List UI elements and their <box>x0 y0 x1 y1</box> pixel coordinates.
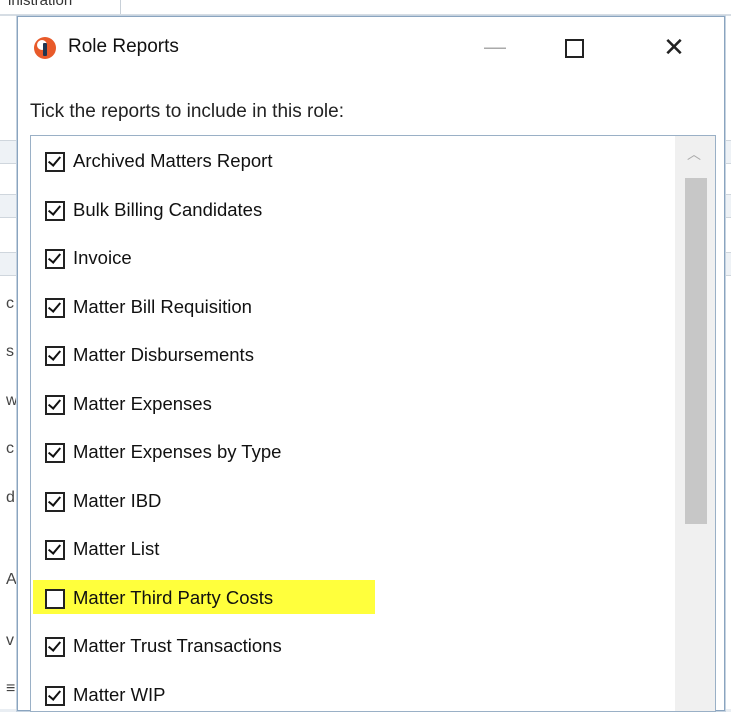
role-reports-dialog: Role Reports — ✕ Tick the reports to inc… <box>17 16 725 711</box>
background-glyph: c <box>6 440 14 458</box>
report-checkbox[interactable] <box>45 686 65 706</box>
report-item[interactable]: Matter List <box>31 528 661 576</box>
report-checkbox[interactable] <box>45 201 65 221</box>
report-item[interactable]: Matter Disbursements <box>31 334 661 382</box>
instruction-text: Tick the reports to include in this role… <box>30 101 344 123</box>
background-glyph: d <box>6 489 15 507</box>
report-checkbox[interactable] <box>45 249 65 269</box>
background-row <box>0 194 18 218</box>
background-tab-label: inistration <box>8 0 72 9</box>
minimize-button[interactable]: — <box>465 25 525 69</box>
dialog-titlebar[interactable]: Role Reports — ✕ <box>18 17 724 79</box>
report-checkbox[interactable] <box>45 152 65 172</box>
maximize-icon <box>565 39 584 58</box>
report-item[interactable]: Invoice <box>31 237 661 285</box>
background-glyph: c <box>6 295 14 313</box>
report-label: Matter WIP <box>73 684 166 706</box>
maximize-button[interactable] <box>544 25 604 69</box>
background-row <box>0 252 18 276</box>
scroll-up-arrow-icon[interactable]: ︿ <box>687 144 701 164</box>
report-label: Archived Matters Report <box>73 150 272 172</box>
report-checkbox[interactable] <box>45 298 65 318</box>
report-item[interactable]: Matter IBD <box>31 480 661 528</box>
report-item[interactable]: Matter Trust Transactions <box>31 625 661 673</box>
report-item[interactable]: Matter Expenses <box>31 383 661 431</box>
report-checkbox[interactable] <box>45 346 65 366</box>
report-label: Matter Disbursements <box>73 344 254 366</box>
report-checkbox[interactable] <box>45 540 65 560</box>
minimize-icon: — <box>484 34 506 59</box>
background-row <box>0 140 18 164</box>
report-item[interactable]: Matter Expenses by Type <box>31 431 661 479</box>
report-item[interactable]: Archived Matters Report <box>31 140 661 188</box>
report-checkbox[interactable] <box>45 637 65 657</box>
report-item[interactable]: Matter WIP <box>31 674 661 712</box>
report-item[interactable]: Bulk Billing Candidates <box>31 189 661 237</box>
report-item[interactable]: Matter Bill Requisition <box>31 286 661 334</box>
report-label: Matter Expenses <box>73 393 212 415</box>
report-label: Bulk Billing Candidates <box>73 199 262 221</box>
report-label: Matter Trust Transactions <box>73 635 282 657</box>
report-label: Matter IBD <box>73 490 161 512</box>
report-label: Invoice <box>73 247 132 269</box>
background-tab[interactable]: inistration <box>0 0 121 15</box>
report-checkbox[interactable] <box>45 492 65 512</box>
report-checkbox[interactable] <box>45 395 65 415</box>
background-glyph: A <box>6 571 17 589</box>
report-item[interactable]: Matter Third Party Costs <box>31 577 661 625</box>
app-logo-icon <box>34 37 56 59</box>
report-label: Matter Expenses by Type <box>73 441 281 463</box>
reports-checklist[interactable]: Archived Matters Report Bulk Billing Cand… <box>30 135 716 712</box>
scrollbar-thumb[interactable] <box>685 178 707 524</box>
background-glyph: s <box>6 343 14 361</box>
close-button[interactable]: ✕ <box>644 25 704 69</box>
report-label: Matter Bill Requisition <box>73 296 252 318</box>
report-checkbox[interactable] <box>45 589 65 609</box>
report-label: Matter List <box>73 538 159 560</box>
background-glyph: ≡ <box>6 680 15 698</box>
dialog-title: Role Reports <box>68 36 179 58</box>
background-glyph: v <box>6 632 14 650</box>
report-checkbox[interactable] <box>45 443 65 463</box>
close-icon: ✕ <box>663 32 685 62</box>
report-label: Matter Third Party Costs <box>73 587 273 609</box>
vertical-scrollbar[interactable]: ︿ <box>675 136 715 711</box>
background-glyph: w <box>6 392 18 410</box>
